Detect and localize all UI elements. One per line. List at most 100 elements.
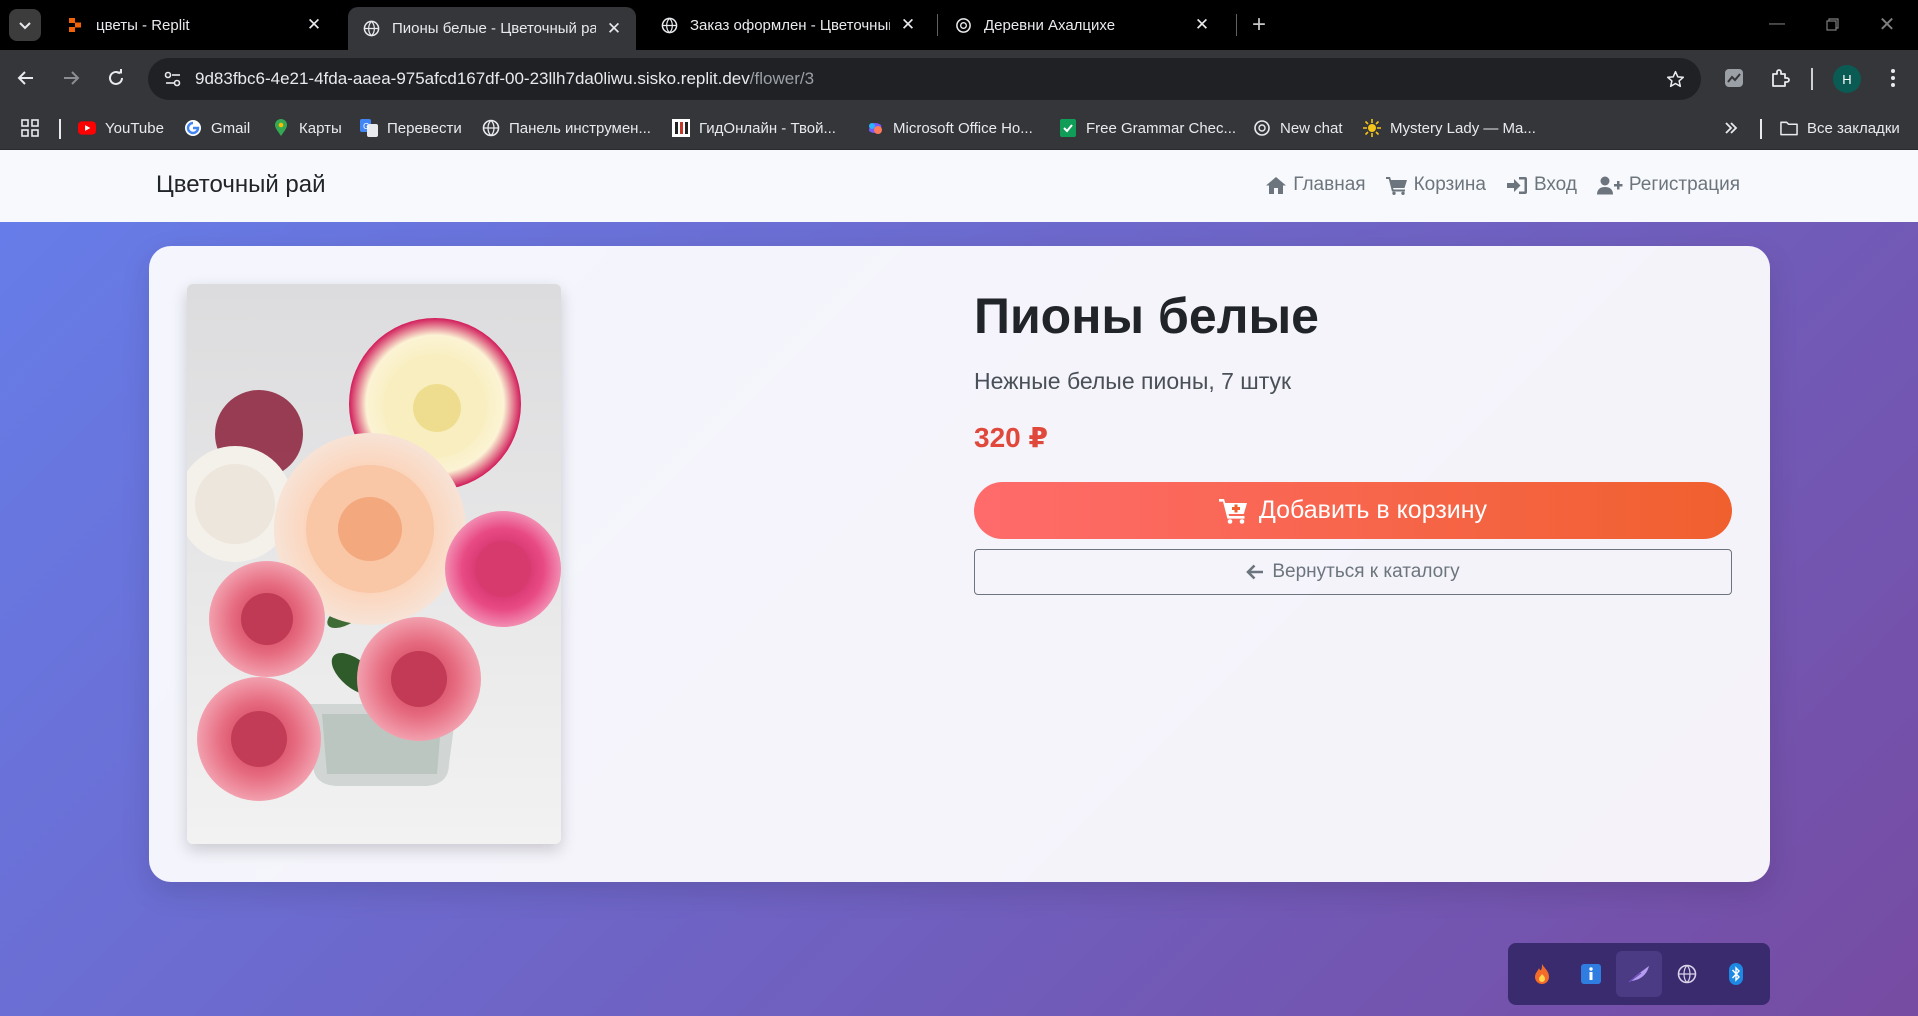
page-viewport: Цветочный рай Главная Корзина Вход Регис… <box>0 150 1918 1016</box>
bookmark-separator <box>59 119 61 139</box>
folder-icon <box>1780 119 1798 137</box>
dock-item-vpn[interactable] <box>1664 951 1710 997</box>
dock-item-bluetooth[interactable] <box>1713 951 1759 997</box>
reload-button[interactable] <box>98 60 134 96</box>
cart-icon <box>1385 176 1407 195</box>
dock-item-info[interactable] <box>1568 951 1614 997</box>
user-plus-icon <box>1596 176 1623 194</box>
nav-home-label: Главная <box>1293 174 1366 195</box>
bookmark-separator <box>1760 119 1762 139</box>
reload-icon <box>109 69 123 85</box>
translate-icon: G <box>360 119 378 137</box>
tab-title: Деревни Ахалцихе <box>984 16 1116 34</box>
nav-home-link[interactable]: Главная <box>1265 174 1366 196</box>
bookmark-label: YouTube <box>105 119 164 137</box>
all-bookmarks-button[interactable]: Все закладки <box>1780 117 1900 139</box>
dock-item-flame[interactable] <box>1519 951 1565 997</box>
openai-icon <box>954 16 972 34</box>
add-to-cart-button[interactable]: Добавить в корзину <box>974 482 1732 539</box>
bookmark-gmail[interactable]: Gmail <box>184 117 250 139</box>
nav-cart-link[interactable]: Корзина <box>1385 174 1486 196</box>
youtube-icon <box>78 119 96 137</box>
bookmark-label: Перевести <box>387 119 462 137</box>
bookmark-panel[interactable]: Панель инструмен... <box>482 117 651 139</box>
bookmark-gidonline[interactable]: ГидОнлайн - Твой... <box>672 117 836 139</box>
openai-icon <box>1253 119 1271 137</box>
arrow-left-icon <box>17 71 33 85</box>
bookmark-label: Gmail <box>211 119 251 137</box>
extension-gallery-icon[interactable] <box>1719 63 1749 93</box>
bookmarks-bar: YouTube Gmail Карты G Перевести Панель и… <box>0 107 1918 150</box>
info-icon <box>1580 964 1601 984</box>
tab-replit[interactable]: цветы - Replit ✕ <box>52 7 336 43</box>
bookmark-label: Панель инструмен... <box>509 119 651 137</box>
site-brand[interactable]: Цветочный рай <box>156 171 326 199</box>
tab-title: Заказ оформлен - Цветочный рай <box>690 16 890 34</box>
back-button[interactable] <box>8 60 44 96</box>
office-icon <box>866 119 884 137</box>
bookmark-youtube[interactable]: YouTube <box>78 117 164 139</box>
toolbar-divider <box>1811 68 1813 90</box>
browser-toolbar: 9d83fbc6-4e21-4fda-aaea-975afcd167df-00-… <box>0 50 1918 107</box>
address-bar[interactable]: 9d83fbc6-4e21-4fda-aaea-975afcd167df-00-… <box>148 58 1701 100</box>
minimize-button[interactable]: — <box>1757 8 1797 40</box>
tab-search-button[interactable] <box>9 9 41 41</box>
tab-villages[interactable]: Деревни Ахалцихе ✕ <box>940 7 1224 43</box>
double-chevron-right-icon <box>1722 119 1740 137</box>
bookmark-label: Mystery Lady — Ma... <box>1390 119 1536 137</box>
replit-icon <box>66 16 84 34</box>
close-tab-icon[interactable]: ✕ <box>304 15 324 35</box>
product-card: Пионы белые Нежные белые пионы, 7 штук 3… <box>149 246 1770 882</box>
back-to-catalog-label: Вернуться к каталогу <box>1272 561 1460 582</box>
arrow-right-icon <box>64 71 80 85</box>
new-tab-button[interactable]: + <box>1245 11 1273 39</box>
chevron-down-icon <box>19 22 31 30</box>
vpn-globe-icon <box>1678 964 1697 984</box>
flame-icon <box>1535 964 1550 984</box>
nav-links: Главная Корзина Вход Регистрация <box>1265 174 1740 196</box>
nav-login-label: Вход <box>1533 174 1577 195</box>
bookmark-maps[interactable]: Карты <box>272 117 342 139</box>
gidonline-icon <box>672 119 690 137</box>
product-price: 320 ₽ <box>974 422 1048 453</box>
close-window-button[interactable]: ✕ <box>1867 8 1907 40</box>
site-settings-icon[interactable] <box>160 67 186 91</box>
bookmarks-overflow-button[interactable] <box>1722 117 1749 139</box>
forward-button[interactable] <box>53 60 89 96</box>
close-tab-icon[interactable]: ✕ <box>604 19 624 39</box>
tab-product[interactable]: Пионы белые - Цветочный рай ✕ <box>348 7 636 50</box>
tab-order[interactable]: Заказ оформлен - Цветочный рай ✕ <box>646 7 930 43</box>
tab-separator <box>937 14 938 36</box>
close-tab-icon[interactable]: ✕ <box>1192 15 1212 35</box>
feather-icon <box>1628 966 1649 983</box>
site-navbar: Цветочный рай Главная Корзина Вход Регис… <box>0 150 1918 222</box>
bookmark-label: Free Grammar Chec... <box>1086 119 1237 137</box>
profile-avatar[interactable]: H <box>1833 65 1861 93</box>
bookmark-translate[interactable]: G Перевести <box>360 117 462 139</box>
globe-icon <box>362 20 380 38</box>
nav-register-link[interactable]: Регистрация <box>1596 174 1740 196</box>
extensions-puzzle-icon[interactable] <box>1765 63 1795 93</box>
arrow-left-icon <box>1246 564 1264 580</box>
tab-title: цветы - Replit <box>96 16 190 34</box>
apps-grid-icon <box>21 119 39 137</box>
apps-button[interactable] <box>21 117 48 139</box>
product-info: Пионы белые Нежные белые пионы, 7 штук 3… <box>974 286 1732 595</box>
restore-icon <box>1825 17 1839 31</box>
google-icon <box>184 119 202 137</box>
more-menu-icon[interactable] <box>1878 63 1908 93</box>
dock-item-feather[interactable] <box>1615 951 1662 997</box>
close-tab-icon[interactable]: ✕ <box>898 15 918 35</box>
nav-login-link[interactable]: Вход <box>1506 174 1577 196</box>
bookmark-star-icon[interactable] <box>1663 67 1687 91</box>
svg-text:G: G <box>363 122 369 131</box>
bookmark-grammar[interactable]: Free Grammar Chec... <box>1059 117 1236 139</box>
bookmark-label: Карты <box>299 119 342 137</box>
back-to-catalog-button[interactable]: Вернуться к каталогу <box>974 549 1732 595</box>
bookmark-mystery-lady[interactable]: Mystery Lady — Ma... <box>1363 117 1536 139</box>
home-icon <box>1266 176 1287 194</box>
url-host: 9d83fbc6-4e21-4fda-aaea-975afcd167df-00-… <box>195 69 750 88</box>
restore-button[interactable] <box>1812 8 1852 40</box>
bookmark-new-chat[interactable]: New chat <box>1253 117 1343 139</box>
bookmark-office[interactable]: Microsoft Office Ho... <box>866 117 1033 139</box>
